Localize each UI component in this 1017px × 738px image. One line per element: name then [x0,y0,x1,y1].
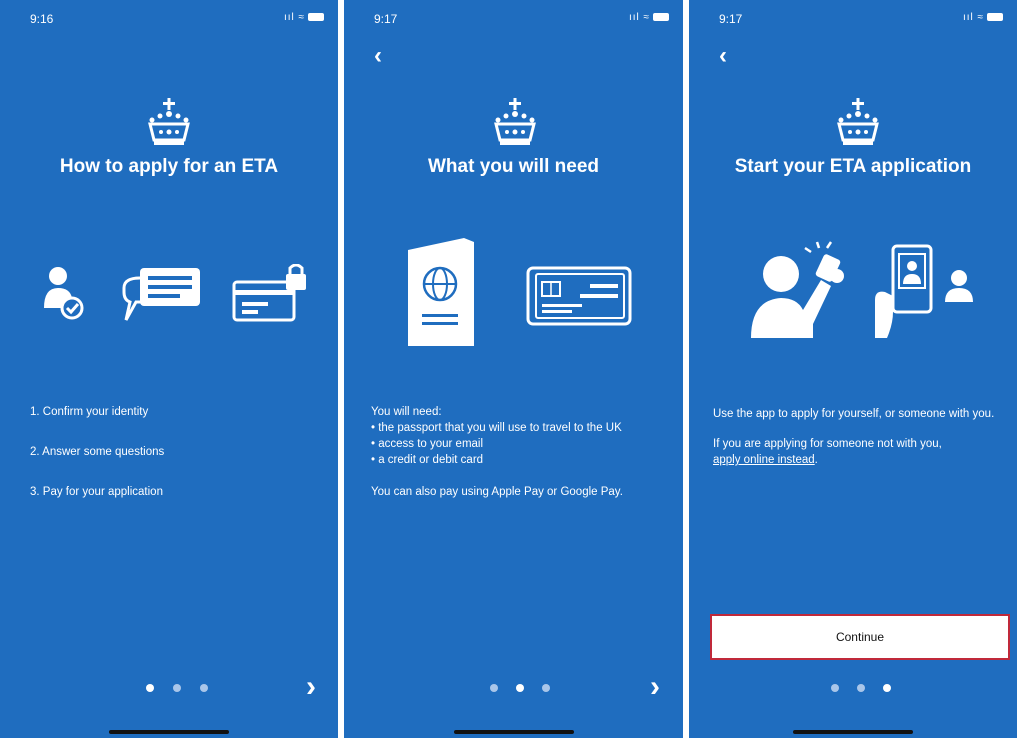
apply-online-link[interactable]: apply online instead [713,454,815,466]
crown-crest-icon [148,98,190,145]
steps-list: 1. Confirm your identity 2. Answer some … [30,404,320,524]
status-time: 9:17 [374,12,398,26]
crown-crest-icon [837,98,879,145]
page-title: What you will need [427,156,599,177]
online-info-text: If you are applying for someone not with… [713,436,1003,468]
illustration-row [44,264,306,322]
screen-how-to-apply: 9:16 ııl ≈ How to apply for an ETA 1. Co… [0,0,338,738]
status-bar: 9:17 ııl ≈ [344,10,683,30]
requirements-text: You will need: • the passport that you w… [371,404,671,500]
page-dot [831,684,839,692]
info-text: Use the app to apply for yourself, or so… [713,406,1003,482]
status-icons: ııl ≈ [629,12,669,23]
step-item: 3. Pay for your application [30,486,163,498]
status-icons: ııl ≈ [284,12,324,23]
home-indicator [109,730,229,734]
requirement-item: • access to your email [371,438,484,450]
phone-person-icon [875,244,973,338]
page-title: How to apply for an ETA [59,156,279,177]
status-icons: ııl ≈ [963,12,1003,23]
credit-card-icon [526,266,632,326]
page-indicator [490,684,570,694]
status-bar: 9:16 ııl ≈ [0,10,338,30]
next-chevron-button[interactable]: › [650,672,674,702]
page-dot-active [883,684,891,692]
page-dot-active [146,684,154,692]
illustration-row [408,238,632,346]
illustration-row [751,241,973,338]
page-dot-active [516,684,524,692]
person-check-icon [44,267,84,320]
step-item: 1. Confirm your identity [30,406,149,418]
back-chevron-button[interactable]: ‹ [719,44,743,68]
next-chevron-button[interactable]: › [306,672,330,702]
card-lock-icon [232,264,306,322]
home-indicator [454,730,574,734]
online-info-suffix: . [814,454,818,466]
continue-button[interactable]: Continue [710,614,1010,660]
crown-crest-icon [494,98,536,145]
screen-what-you-need: 9:17 ııl ≈ ‹ What you will need You will… [344,0,683,738]
page-indicator [146,684,226,694]
home-indicator [793,730,913,734]
page-title: Start your ETA application [734,156,972,177]
back-chevron-button[interactable]: ‹ [374,44,398,68]
page-dot [490,684,498,692]
apply-info-text: Use the app to apply for yourself, or so… [713,408,995,420]
chat-bubble-icon [122,268,200,321]
status-time: 9:17 [719,12,743,26]
battery-icon [308,13,324,22]
requirement-item: • a credit or debit card [371,454,484,466]
online-info-prefix: If you are applying for someone not with… [713,438,942,450]
requirement-item: • the passport that you will use to trav… [371,422,622,434]
page-dot [173,684,181,692]
status-time: 9:16 [30,12,54,26]
payment-note: You can also pay using Apple Pay or Goog… [371,486,623,498]
intro-text: You will need: [371,406,442,418]
page-indicator [831,684,911,694]
page-dot [542,684,550,692]
page-dot [200,684,208,692]
status-bar: 9:17 ııl ≈ [689,10,1017,30]
page-dot [857,684,865,692]
battery-icon [653,13,669,22]
step-item: 2. Answer some questions [30,446,165,458]
passport-icon [408,238,474,346]
selfie-icon [751,241,844,338]
battery-icon [987,13,1003,22]
